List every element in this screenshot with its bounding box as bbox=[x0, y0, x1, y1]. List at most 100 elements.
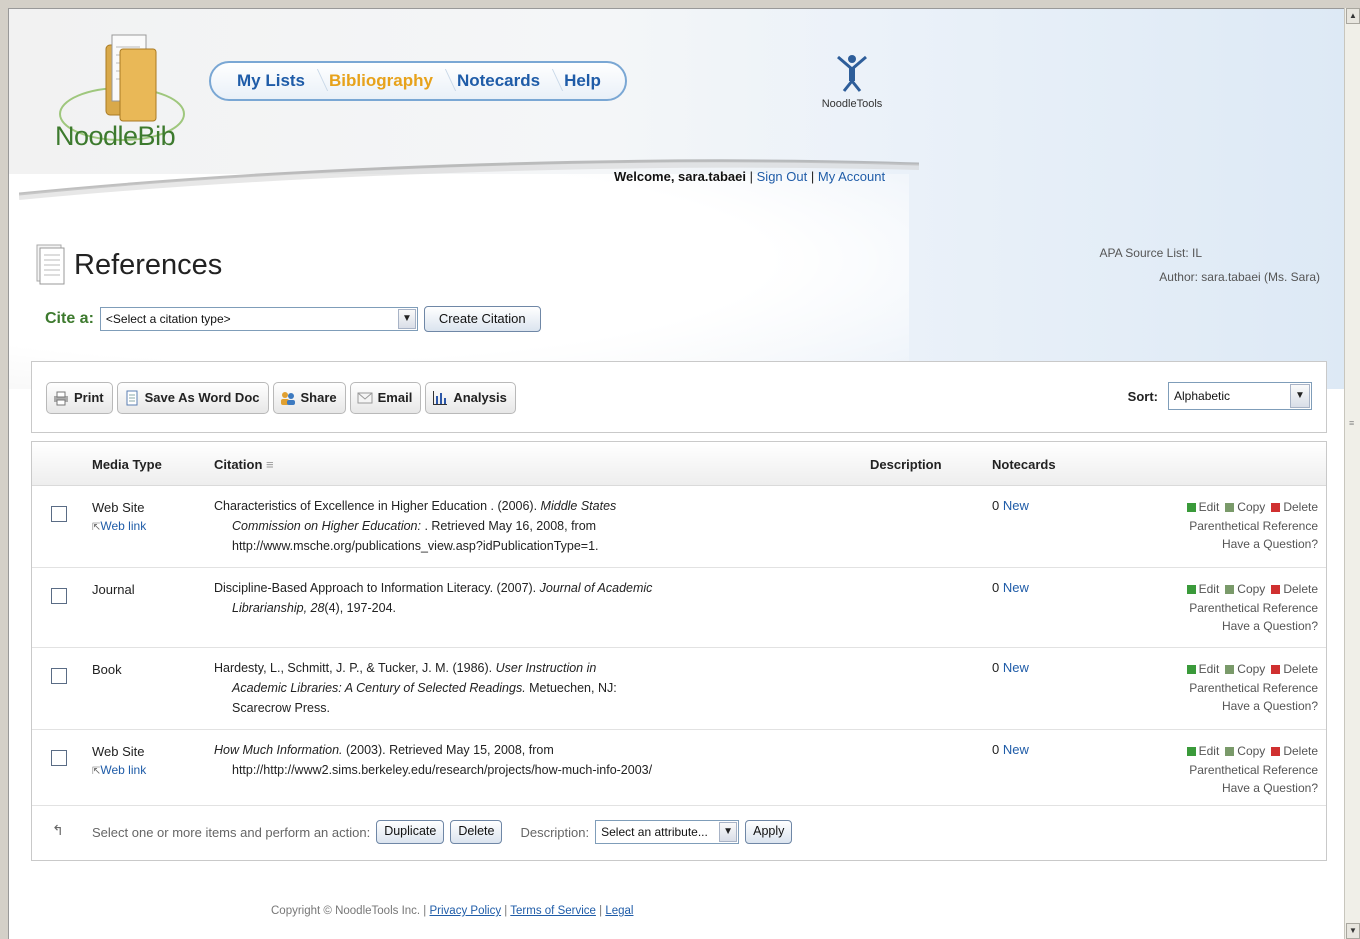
header-media-type[interactable]: Media Type bbox=[92, 457, 162, 472]
header-citation[interactable]: Citation ≡ bbox=[214, 457, 274, 472]
citation-cell: Characteristics of Excellence in Higher … bbox=[214, 496, 694, 556]
parenthetical-reference-link[interactable]: Parenthetical Reference bbox=[1181, 517, 1318, 535]
edit-icon bbox=[1186, 746, 1196, 756]
nav-notecards[interactable]: Notecards bbox=[445, 71, 552, 91]
citation-cell: Hardesty, L., Schmitt, J. P., & Tucker, … bbox=[214, 658, 694, 718]
row-checkbox[interactable] bbox=[51, 750, 67, 766]
attribute-select[interactable]: Select an attribute... ▼ bbox=[595, 820, 740, 844]
app-logo-text[interactable]: NoodleBib bbox=[55, 121, 176, 152]
main-nav: My Lists Bibliography Notecards Help bbox=[209, 61, 627, 101]
table-row: Book Hardesty, L., Schmitt, J. P., & Tuck… bbox=[32, 648, 1326, 730]
references-page-icon bbox=[36, 244, 65, 285]
delete-icon bbox=[1271, 746, 1281, 756]
printer-icon bbox=[54, 391, 68, 406]
row-checkbox[interactable] bbox=[51, 588, 67, 604]
list-toolbar: Print Save As Word Doc Share Email Analy… bbox=[31, 361, 1327, 433]
parenthetical-reference-link[interactable]: Parenthetical Reference bbox=[1181, 761, 1318, 779]
apply-button[interactable]: Apply bbox=[745, 820, 793, 844]
noodletools-logo[interactable]: NoodleTools bbox=[817, 53, 887, 123]
row-actions: Edit Copy Delete Parenthetical Reference Hav… bbox=[1181, 580, 1318, 635]
edit-icon bbox=[1186, 502, 1196, 512]
copy-button[interactable]: Copy bbox=[1225, 498, 1265, 516]
new-notecard-link[interactable]: New bbox=[1003, 660, 1029, 675]
copy-icon bbox=[1225, 746, 1235, 756]
nav-help[interactable]: Help bbox=[552, 71, 613, 91]
notecards-count: 0 bbox=[992, 498, 1000, 513]
new-notecard-link[interactable]: New bbox=[1003, 498, 1029, 513]
share-button[interactable]: Share bbox=[272, 382, 346, 414]
legal-link[interactable]: Legal bbox=[605, 905, 633, 917]
print-button[interactable]: Print bbox=[46, 382, 113, 414]
notecards-count: 0 bbox=[992, 742, 1000, 757]
chevron-down-icon[interactable]: ▼ bbox=[1290, 384, 1310, 408]
delete-button[interactable]: Delete bbox=[1271, 580, 1318, 598]
vertical-scrollbar[interactable]: ▲ ≡ ▼ bbox=[1344, 8, 1360, 939]
copy-button[interactable]: Copy bbox=[1225, 742, 1265, 760]
new-notecard-link[interactable]: New bbox=[1003, 742, 1029, 757]
citation-line: Librarianship, 28(4), 197-204. bbox=[232, 601, 396, 615]
have-a-question-link[interactable]: Have a Question? bbox=[1181, 697, 1318, 715]
welcome-text: Welcome, sara.tabaei bbox=[614, 169, 746, 184]
media-type-cell: Web Site ⇱Web link bbox=[92, 742, 146, 781]
have-a-question-link[interactable]: Have a Question? bbox=[1181, 535, 1318, 553]
privacy-policy-link[interactable]: Privacy Policy bbox=[430, 905, 502, 917]
bar-chart-icon bbox=[433, 391, 448, 405]
edit-button[interactable]: Edit bbox=[1186, 660, 1219, 678]
chevron-down-icon[interactable]: ▼ bbox=[397, 309, 416, 329]
have-a-question-link[interactable]: Have a Question? bbox=[1181, 617, 1318, 635]
save-word-doc-button[interactable]: Save As Word Doc bbox=[116, 382, 269, 414]
scroll-grip-icon[interactable]: ≡ bbox=[1349, 418, 1354, 428]
scroll-down-arrow-icon[interactable]: ▼ bbox=[1346, 923, 1360, 939]
duplicate-button[interactable]: Duplicate bbox=[376, 820, 445, 844]
citation-type-select[interactable]: <Select a citation type> ▼ bbox=[99, 307, 418, 331]
media-type-cell: Journal bbox=[92, 580, 135, 599]
header-description[interactable]: Description bbox=[870, 457, 942, 472]
citation-cell: Discipline-Based Approach to Information… bbox=[214, 578, 694, 618]
sign-out-link[interactable]: Sign Out bbox=[757, 169, 808, 184]
scroll-up-arrow-icon[interactable]: ▲ bbox=[1346, 8, 1360, 24]
delete-button[interactable]: Delete bbox=[1271, 660, 1318, 678]
row-checkbox[interactable] bbox=[51, 668, 67, 684]
citations-table: Media Type Citation ≡ Description Noteca… bbox=[31, 441, 1327, 861]
nav-my-lists[interactable]: My Lists bbox=[225, 71, 317, 91]
citation-cell: How Much Information. (2003). Retrieved … bbox=[214, 740, 694, 780]
media-type-label: Book bbox=[92, 662, 122, 677]
source-list-info: APA Source List: IL Author: sara.tabaei … bbox=[1100, 241, 1321, 289]
sort-control: Sort: Alphabetic ▼ bbox=[1128, 382, 1312, 410]
edit-button[interactable]: Edit bbox=[1186, 580, 1219, 598]
email-button[interactable]: Email bbox=[349, 382, 422, 414]
delete-button[interactable]: Delete bbox=[1271, 498, 1318, 516]
sort-select[interactable]: Alphabetic ▼ bbox=[1168, 382, 1312, 410]
row-actions: Edit Copy Delete Parenthetical Reference Hav… bbox=[1181, 660, 1318, 715]
header-notecards[interactable]: Notecards bbox=[992, 457, 1056, 472]
row-checkbox[interactable] bbox=[51, 506, 67, 522]
copyright-text: Copyright © NoodleTools Inc. | bbox=[271, 905, 427, 917]
notecards-cell: 0 New bbox=[992, 660, 1029, 675]
have-a-question-link[interactable]: Have a Question? bbox=[1181, 779, 1318, 797]
copy-button[interactable]: Copy bbox=[1225, 660, 1265, 678]
parenthetical-reference-link[interactable]: Parenthetical Reference bbox=[1181, 679, 1318, 697]
web-link[interactable]: ⇱Web link bbox=[92, 517, 146, 537]
terms-of-service-link[interactable]: Terms of Service bbox=[510, 905, 596, 917]
source-list-name: APA Source List: IL bbox=[1099, 246, 1203, 260]
edit-button[interactable]: Edit bbox=[1186, 498, 1219, 516]
nav-bibliography[interactable]: Bibliography bbox=[317, 71, 445, 91]
browser-viewport: NoodleBib My Lists Bibliography Notecard… bbox=[8, 8, 1344, 939]
new-notecard-link[interactable]: New bbox=[1003, 580, 1029, 595]
analysis-button[interactable]: Analysis bbox=[425, 382, 516, 414]
my-account-link[interactable]: My Account bbox=[818, 169, 885, 184]
arrow-up-icon: ↰ bbox=[52, 822, 64, 838]
citation-line: Characteristics of Excellence in Higher … bbox=[214, 499, 617, 513]
citation-line: Commission on Higher Education: . Retrie… bbox=[232, 519, 597, 533]
parenthetical-reference-link[interactable]: Parenthetical Reference bbox=[1181, 599, 1318, 617]
create-citation-button[interactable]: Create Citation bbox=[423, 306, 541, 332]
copy-icon bbox=[1225, 502, 1235, 512]
edit-button[interactable]: Edit bbox=[1186, 742, 1219, 760]
chevron-down-icon[interactable]: ▼ bbox=[719, 822, 738, 842]
web-link[interactable]: ⇱Web link bbox=[92, 761, 146, 781]
row-actions: Edit Copy Delete Parenthetical Reference Hav… bbox=[1181, 742, 1318, 797]
delete-button[interactable]: Delete bbox=[1271, 742, 1318, 760]
copy-button[interactable]: Copy bbox=[1225, 580, 1265, 598]
citation-line: Hardesty, L., Schmitt, J. P., & Tucker, … bbox=[214, 661, 597, 675]
bulk-delete-button[interactable]: Delete bbox=[450, 820, 503, 844]
